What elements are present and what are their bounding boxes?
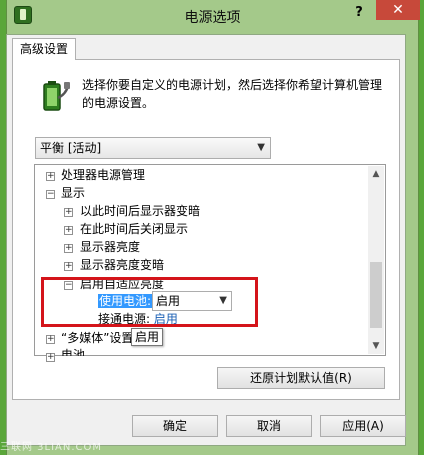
help-button[interactable]: ? xyxy=(350,2,368,24)
apply-button[interactable]: 应用(A) xyxy=(320,415,406,437)
tree-item-display[interactable]: 显示 xyxy=(61,184,85,202)
tree-item-processor-power[interactable]: 处理器电源管理 xyxy=(61,166,145,184)
power-plan-value: 平衡 [活动] xyxy=(40,141,102,155)
expand-icon[interactable]: + xyxy=(64,244,73,253)
close-button[interactable]: ✕ xyxy=(376,0,420,20)
title-bar: 电源选项 ? ✕ xyxy=(7,0,420,30)
battery-icon xyxy=(43,81,70,111)
collapse-icon[interactable]: − xyxy=(46,190,55,199)
expand-icon[interactable]: + xyxy=(64,262,73,271)
watermark: 三联网 3LIAN.COM xyxy=(0,442,103,453)
tooltip: 启用 xyxy=(131,328,164,346)
description-text: 选择你要自定义的电源计划，然后选择你希望计算机管理的电源设置。 xyxy=(82,78,383,110)
scroll-down-icon[interactable]: ▼ xyxy=(368,338,384,354)
expand-icon[interactable]: + xyxy=(64,226,73,235)
tab-advanced-settings[interactable]: 高级设置 xyxy=(12,38,76,60)
power-plan-select[interactable]: 平衡 [活动] ▼ xyxy=(35,137,271,159)
tree-scrollbar[interactable]: ▲ ▼ xyxy=(368,166,384,354)
annotation-highlight-box xyxy=(41,277,258,327)
tree-item-dimmed-display-brightness[interactable]: 显示器亮度变暗 xyxy=(80,256,164,274)
tree-item-dim-display-after[interactable]: 以此时间后显示器变暗 xyxy=(80,202,200,220)
cancel-button[interactable]: 取消 xyxy=(226,415,312,437)
expand-icon[interactable]: + xyxy=(64,208,73,217)
scroll-thumb[interactable] xyxy=(370,262,382,328)
tree-item-display-brightness[interactable]: 显示器亮度 xyxy=(80,238,140,256)
restore-defaults-button[interactable]: 还原计划默认值(R) xyxy=(217,367,385,389)
expand-icon[interactable]: + xyxy=(46,353,55,362)
tree-item-multimedia[interactable]: “多媒体”设置 xyxy=(61,329,133,347)
tree-item-turn-off-display-after[interactable]: 在此时间后关闭显示 xyxy=(80,220,188,238)
expand-icon[interactable]: + xyxy=(46,335,55,344)
ok-button[interactable]: 确定 xyxy=(132,415,218,437)
scroll-up-icon[interactable]: ▲ xyxy=(368,166,384,182)
tree-item-battery[interactable]: 电池 xyxy=(61,346,85,356)
expand-icon[interactable]: + xyxy=(46,172,55,181)
chevron-down-icon: ▼ xyxy=(257,142,265,153)
